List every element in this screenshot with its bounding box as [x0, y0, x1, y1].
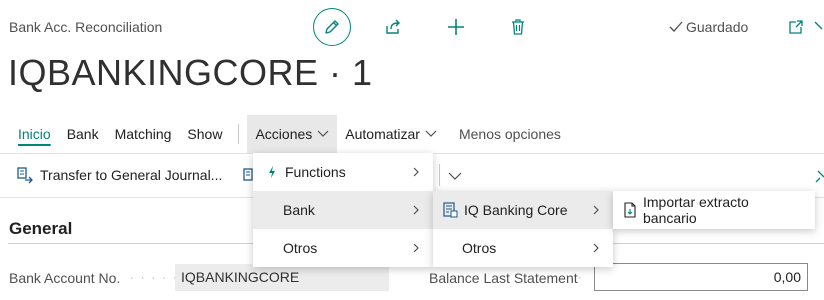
journal-transfer-icon — [17, 167, 33, 184]
page-caption: Bank Acc. Reconciliation — [9, 19, 163, 35]
tab-automatizar-label: Automatizar — [345, 126, 420, 142]
checkmark-icon — [669, 21, 683, 32]
action-menubar: Inicio Bank Matching Show Acciones Autom… — [0, 114, 824, 154]
document-import-icon — [624, 202, 636, 218]
menu-item-bank-otros-label: Otros — [462, 240, 497, 256]
section-title-general[interactable]: General — [9, 219, 72, 239]
delete-button[interactable] — [506, 15, 530, 39]
document-icon — [243, 168, 253, 181]
plus-icon — [448, 19, 464, 35]
menu-item-functions[interactable]: Functions — [253, 153, 433, 191]
tab-inicio[interactable]: Inicio — [0, 115, 59, 153]
transfer-label: Transfer to General Journal... — [40, 167, 223, 183]
tab-bank-label: Bank — [66, 126, 99, 142]
share-button[interactable] — [381, 15, 405, 39]
pencil-icon — [325, 20, 339, 34]
more-actions-button[interactable] — [448, 168, 462, 184]
balance-last-statement-label: Balance Last Statement — [429, 270, 578, 286]
acciones-dropdown: Functions Bank Otros — [253, 153, 433, 267]
balance-last-statement-field[interactable]: 0,00 — [594, 263, 808, 291]
action-separator — [439, 164, 440, 186]
menu-item-bank-label: Bank — [283, 202, 315, 218]
tab-show-label: Show — [187, 126, 223, 142]
menu-item-import-bank-statement[interactable]: Importar extracto bancario — [613, 191, 815, 229]
menu-item-otros-label: Otros — [283, 240, 318, 256]
chevron-right-icon — [413, 205, 419, 215]
chevron-right-icon — [413, 243, 419, 253]
menu-item-import-bank-statement-label: Importar extracto bancario — [643, 194, 749, 226]
chevron-down-icon — [317, 130, 329, 137]
bank-report-icon — [443, 202, 458, 218]
iq-banking-core-submenu: Importar extracto bancario — [613, 191, 815, 229]
fewer-options-button[interactable]: Menos opciones — [445, 115, 569, 153]
chevron-down-icon — [448, 172, 462, 180]
menubar-separator — [238, 124, 240, 144]
saved-label: Guardado — [686, 19, 749, 35]
menu-item-iq-banking-core-label: IQ Banking Core — [464, 202, 568, 218]
bank-account-no-field[interactable]: IQBANKINGCORE — [175, 264, 389, 291]
share-icon — [386, 19, 400, 34]
collapse-button[interactable] — [812, 15, 824, 39]
edit-button[interactable] — [313, 8, 351, 46]
open-in-new-icon — [789, 20, 803, 34]
tab-inicio-label: Inicio — [18, 126, 51, 142]
chevron-down-icon — [425, 130, 437, 137]
bank-submenu: IQ Banking Core Otros — [433, 191, 613, 267]
tab-show[interactable]: Show — [179, 115, 230, 153]
collapse-icon — [814, 21, 823, 30]
fewer-options-label: Menos opciones — [458, 126, 561, 142]
menu-item-bank[interactable]: Bank — [253, 191, 433, 229]
bank-account-no-label: Bank Account No. — [9, 270, 121, 286]
transfer-to-general-journal-button[interactable]: Transfer to General Journal... — [16, 166, 222, 184]
lightning-icon — [269, 166, 275, 178]
page-title: IQBANKINGCORE · 1 — [8, 52, 373, 93]
menu-item-iq-banking-core[interactable]: IQ Banking Core — [433, 191, 613, 229]
chevron-right-icon — [593, 243, 599, 253]
menu-item-bank-otros[interactable]: Otros — [433, 229, 613, 267]
menu-item-otros[interactable]: Otros — [253, 229, 433, 267]
trash-icon — [512, 19, 524, 35]
pin-icon — [815, 170, 824, 183]
open-new-window-button[interactable] — [784, 15, 808, 39]
tab-matching-label: Matching — [114, 126, 172, 142]
chevron-right-icon — [413, 167, 419, 177]
tab-automatizar[interactable]: Automatizar — [337, 115, 445, 153]
menu-item-functions-label: Functions — [285, 164, 346, 180]
action-icon-partial[interactable] — [243, 167, 253, 186]
tab-acciones-label: Acciones — [255, 126, 313, 142]
tab-matching[interactable]: Matching — [107, 115, 180, 153]
saved-status: Guardado — [668, 19, 748, 35]
new-button[interactable] — [444, 15, 468, 39]
chevron-right-icon — [593, 205, 599, 215]
pin-button[interactable] — [814, 168, 824, 187]
tab-bank[interactable]: Bank — [59, 115, 107, 153]
field-leader-dots: · — [578, 272, 584, 284]
tab-acciones[interactable]: Acciones — [247, 115, 338, 153]
